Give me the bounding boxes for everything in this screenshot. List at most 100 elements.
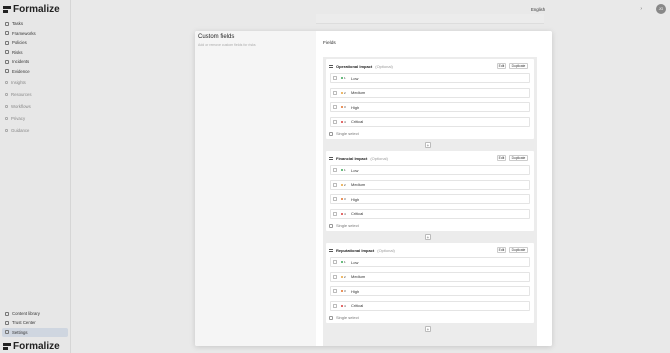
brand-logo[interactable]: Formalize [3, 4, 60, 15]
level-dot-icon [341, 120, 343, 123]
option-label: Critical [351, 211, 364, 216]
sidebar-item-insights[interactable]: Insights [2, 76, 68, 88]
sidebar-item-risks[interactable]: Risks [2, 48, 68, 58]
option-checkbox[interactable] [333, 105, 337, 109]
option-level-badge: 1 [341, 260, 349, 264]
add-field-button[interactable]: + [425, 326, 431, 332]
option-level-badge: 1 [341, 168, 349, 172]
option-row[interactable]: 3 High [330, 102, 530, 112]
chevron-right-icon: › [640, 6, 642, 12]
sidebar-item-resources[interactable]: Resources [2, 88, 68, 100]
option-label: Critical [351, 119, 364, 124]
option-number: 3 [344, 289, 346, 293]
option-number: 1 [344, 168, 346, 172]
duplicate-button[interactable]: Duplicate [509, 63, 528, 69]
option-checkbox[interactable] [333, 197, 337, 201]
option-checkbox[interactable] [333, 182, 337, 187]
sidebar-item-label: Risks [12, 49, 23, 55]
custom-fields-modal: Custom fields Add or remove custom field… [195, 31, 552, 346]
option-number: 2 [344, 182, 346, 187]
field-group-title: Reputational Impact [336, 248, 375, 253]
edit-button[interactable]: Edit [497, 247, 506, 253]
option-row[interactable]: 1 Low [330, 257, 530, 267]
level-dot-icon [341, 304, 343, 307]
drag-handle-icon[interactable] [329, 65, 333, 68]
avatar[interactable]: JG [656, 4, 666, 14]
option-number: 3 [344, 197, 346, 201]
option-label: Low [351, 259, 359, 265]
option-label: Low [351, 75, 359, 81]
option-checkbox[interactable] [333, 119, 337, 124]
resources-icon [5, 92, 8, 96]
duplicate-button[interactable]: Duplicate [509, 247, 528, 253]
field-group: Financial Impact (Optional) Edit Duplicate 1… [326, 151, 534, 231]
tasks-icon [5, 21, 9, 26]
sidebar-item-settings[interactable]: Settings [2, 327, 68, 337]
field-group-title: Operational Impact [336, 64, 373, 69]
field-group-header: Reputational Impact (Optional) [329, 248, 395, 253]
sidebar-item-trust-center[interactable]: Trust Center [2, 318, 68, 327]
option-row[interactable]: 4 Critical [330, 116, 530, 127]
evidence-icon [5, 69, 9, 74]
single-select-icon [329, 315, 333, 320]
field-type-indicator: Single select [329, 223, 359, 228]
option-checkbox[interactable] [333, 168, 337, 172]
field-type-label: Single select [336, 223, 359, 228]
sidebar-item-content-library[interactable]: Content library [2, 309, 68, 318]
sidebar-nav: Tasks Frameworks Policies Risks Incident… [2, 19, 68, 136]
sidebar-item-frameworks[interactable]: Frameworks [2, 29, 68, 39]
edit-button[interactable]: Edit [497, 63, 506, 69]
option-row[interactable]: 4 Critical [330, 300, 530, 311]
fields-title: Fields [323, 41, 336, 46]
option-row[interactable]: 4 Critical [330, 208, 530, 219]
drag-handle-icon[interactable] [329, 157, 333, 160]
option-checkbox[interactable] [333, 260, 337, 264]
sidebar: Formalize Tasks Frameworks Policies Risk… [0, 0, 71, 353]
library-icon [5, 311, 9, 316]
sidebar-item-label: Trust Center [12, 320, 36, 326]
add-field-button[interactable]: + [425, 142, 431, 148]
add-field-button[interactable]: + [425, 234, 431, 240]
option-checkbox[interactable] [333, 211, 337, 216]
option-checkbox[interactable] [333, 303, 337, 308]
policies-icon [5, 40, 9, 45]
option-row[interactable]: 3 High [330, 194, 530, 204]
level-dot-icon [341, 91, 343, 94]
option-row[interactable]: 3 High [330, 286, 530, 296]
formalize-logo-icon [3, 5, 11, 14]
option-label: Medium [351, 274, 366, 279]
field-group-optional: (Optional) [375, 64, 393, 69]
option-row[interactable]: 1 Low [330, 165, 530, 175]
risks-icon [5, 50, 9, 55]
field-group: Reputational Impact (Optional) Edit Duplica… [326, 243, 534, 323]
language-value: English [531, 7, 546, 12]
option-level-badge: 3 [341, 289, 349, 293]
sidebar-item-evidence[interactable]: Evidence [2, 67, 68, 77]
duplicate-button[interactable]: Duplicate [509, 155, 528, 161]
sidebar-item-privacy[interactable]: Privacy [2, 112, 68, 124]
option-row[interactable]: 1 Low [330, 73, 530, 83]
modal-info-panel: Custom fields Add or remove custom field… [195, 31, 316, 346]
option-checkbox[interactable] [333, 289, 337, 293]
option-row[interactable]: 2 Medium [330, 179, 530, 190]
sidebar-item-tasks[interactable]: Tasks [2, 19, 68, 29]
edit-button[interactable]: Edit [497, 155, 506, 161]
option-number: 1 [344, 76, 346, 80]
sidebar-item-label: Tasks [12, 21, 23, 27]
language-select[interactable]: English › [529, 5, 648, 14]
sidebar-item-workflows[interactable]: Workflows [2, 100, 68, 112]
sidebar-item-guidance[interactable]: Guidance [2, 124, 68, 136]
option-number: 2 [344, 274, 346, 279]
sidebar-item-label: Incidents [12, 59, 30, 65]
option-row[interactable]: 2 Medium [330, 271, 530, 282]
sidebar-item-policies[interactable]: Policies [2, 38, 68, 48]
drag-handle-icon[interactable] [329, 249, 333, 252]
option-checkbox[interactable] [333, 90, 337, 95]
sidebar-item-incidents[interactable]: Incidents [2, 57, 68, 67]
level-dot-icon [341, 169, 343, 171]
sidebar-item-label: Resources [11, 91, 32, 97]
option-row[interactable]: 2 Medium [330, 87, 530, 98]
option-checkbox[interactable] [333, 76, 337, 80]
option-checkbox[interactable] [333, 274, 337, 279]
background-card [316, 14, 544, 24]
